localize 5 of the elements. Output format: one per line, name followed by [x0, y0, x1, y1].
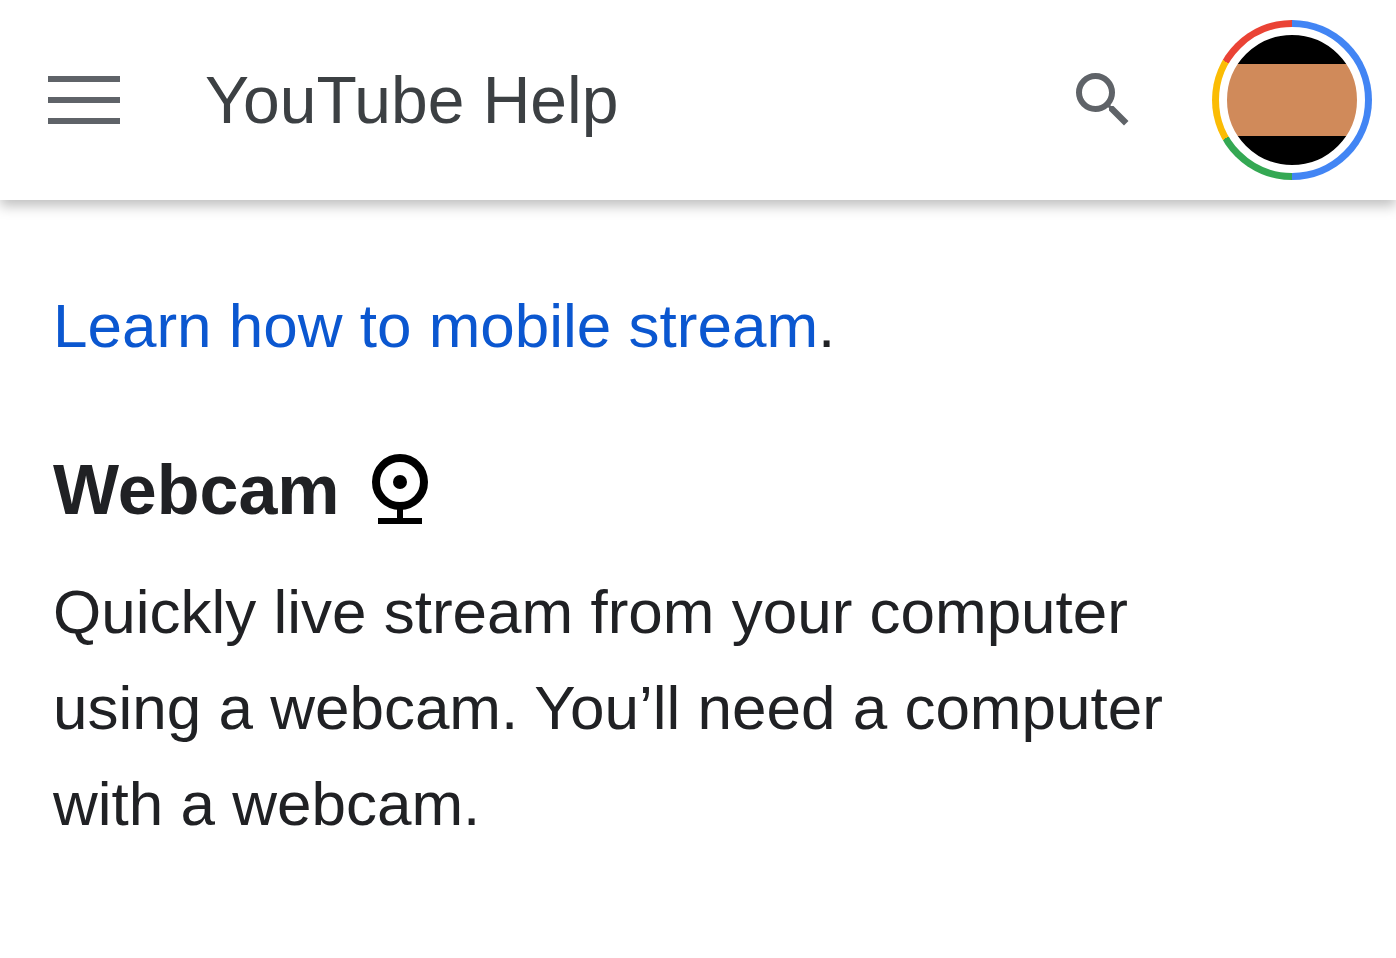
link-sentence: Learn how to mobile stream.	[53, 290, 837, 362]
section-heading: Webcam	[53, 455, 340, 525]
menu-icon	[48, 76, 120, 124]
mobile-stream-link[interactable]: Learn how to mobile stream	[53, 291, 819, 360]
section-body: Quickly live stream from your computer using a webcam. You’ll need a computer with a webcam.	[53, 576, 1164, 840]
